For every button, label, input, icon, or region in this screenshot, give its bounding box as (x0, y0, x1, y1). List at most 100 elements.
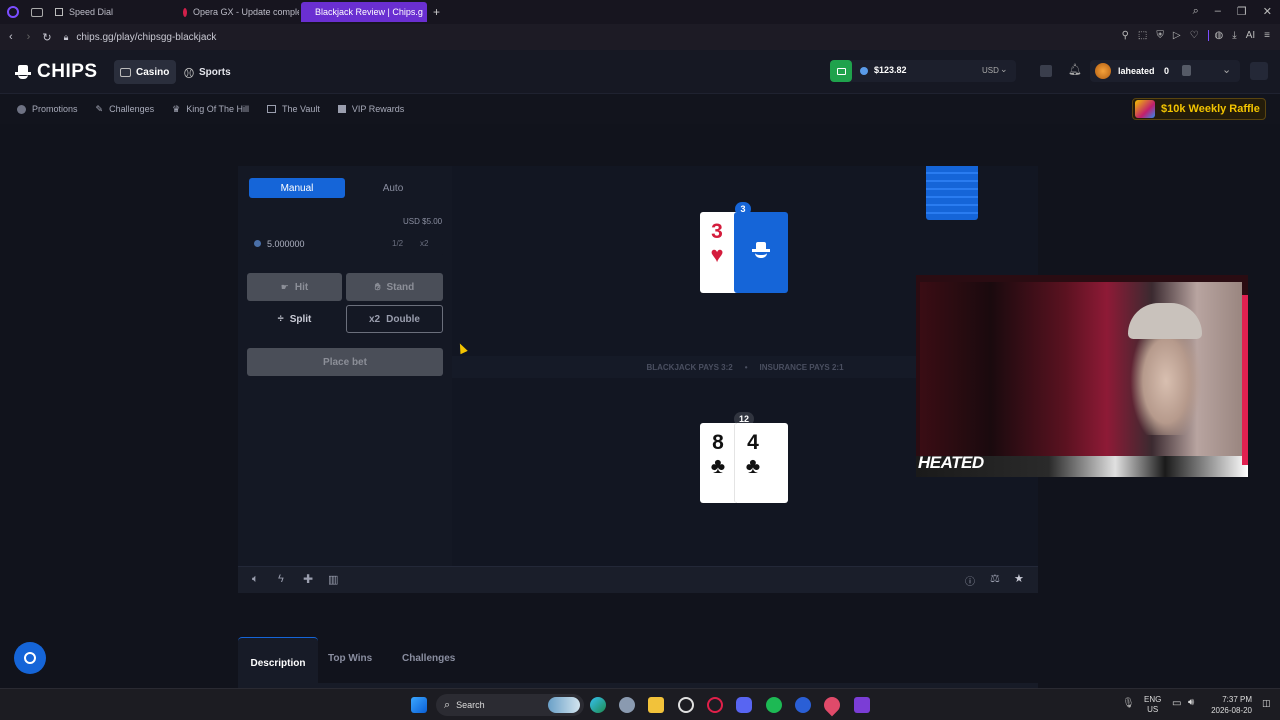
close-window-icon[interactable]: ✕ (1263, 5, 1272, 18)
bet-amount-field[interactable]: 5.000000 1/2 x2 (249, 232, 443, 256)
mode-manual-tab[interactable]: Manual (249, 178, 345, 198)
address-bar: ‹ › ↻ 🔒︎ chips.gg/play/chipsgg-blackjack… (0, 24, 1280, 50)
notification-icon[interactable]: ◫ (1262, 698, 1271, 709)
chevron-down-icon[interactable]: ⌄ (1222, 63, 1231, 76)
half-bet-button[interactable]: 1/2 (392, 239, 403, 248)
snapshot-icon[interactable]: ⬚ (1138, 30, 1147, 41)
stats-icon[interactable]: ▥ (328, 573, 338, 586)
chat-icon[interactable] (1250, 62, 1268, 80)
maximize-icon[interactable]: ❐ (1237, 5, 1247, 18)
maps-pin-icon[interactable] (820, 693, 844, 717)
mode-auto-tab[interactable]: Auto (345, 178, 441, 198)
network-icon[interactable]: ▭ (1172, 698, 1181, 709)
url-field[interactable]: chips.gg/play/chipsgg-blackjack (76, 32, 216, 43)
chips-logo[interactable]: CHIPS (15, 61, 98, 83)
tab-label: Speed Dial (69, 7, 114, 17)
pin-icon[interactable]: ⚲ (1122, 30, 1129, 41)
favorite-star-icon[interactable]: ★ (1014, 572, 1024, 585)
file-explorer-icon[interactable] (648, 697, 664, 713)
nav-promotions[interactable]: Promotions (17, 104, 78, 114)
spotify-icon[interactable] (766, 697, 782, 713)
chevron-down-icon: ⌄ (1000, 64, 1008, 74)
play-icon[interactable]: ▷ (1173, 30, 1181, 41)
reload-icon[interactable]: ↻ (42, 31, 51, 44)
nav-sports-label: Sports (199, 66, 231, 78)
opera-gx-icon[interactable] (678, 697, 694, 713)
raffle-banner[interactable]: $10k Weekly Raffle (1132, 98, 1266, 120)
clock[interactable]: 7:37 PM 2026-08-20 (1206, 694, 1252, 716)
opera-logo-icon[interactable] (7, 6, 19, 18)
nav-vip-rewards[interactable]: VIP Rewards (337, 104, 404, 114)
discord-icon[interactable] (736, 697, 752, 713)
app-icon[interactable] (795, 697, 811, 713)
chat-support-button[interactable] (14, 642, 46, 674)
tab-top-wins[interactable]: Top Wins (328, 653, 372, 664)
forward-icon[interactable]: › (27, 31, 31, 43)
tab-speed-dial[interactable]: Speed Dial (47, 2, 175, 22)
minimize-icon[interactable]: – (1215, 5, 1221, 18)
tab-challenges[interactable]: Challenges (402, 653, 455, 664)
user-profile[interactable]: laheated 0 ⌄ (1090, 60, 1240, 82)
workspaces-icon[interactable] (31, 7, 43, 17)
currency-select[interactable]: USD (982, 66, 999, 75)
double-button[interactable]: x2 Double (346, 305, 443, 333)
download-icon[interactable]: ⤓ (1232, 30, 1236, 41)
ai-icon[interactable]: AI (1246, 30, 1255, 41)
shield-icon[interactable]: ⛨ (1156, 30, 1164, 41)
casino-icon (120, 67, 131, 77)
search-tabs-icon[interactable]: ⌕ (1193, 5, 1199, 18)
place-bet-button[interactable]: Place bet (247, 348, 443, 376)
bell-icon[interactable]: 🔔︎ (1068, 63, 1082, 76)
wallet-icon[interactable]: ◍ (1207, 30, 1223, 41)
volume-icon[interactable]: 🔊︎ (1188, 697, 1194, 708)
balance-widget[interactable]: $123.82 USD ⌄ (830, 60, 1016, 82)
language-indicator[interactable]: ENG US (1144, 695, 1161, 715)
rewards-icon[interactable] (1040, 65, 1052, 77)
new-tab-button[interactable]: + (433, 5, 440, 19)
opera-icon[interactable] (707, 697, 723, 713)
edge-icon[interactable] (590, 697, 606, 713)
tab-opera-update[interactable]: Opera GX - Update comple (175, 2, 299, 22)
heart-icon[interactable]: ♡ (1190, 30, 1199, 41)
start-windows-icon[interactable] (411, 697, 427, 713)
player-card-1: 8 ♣ (700, 423, 736, 503)
hit-button[interactable]: ☛ Hit (247, 273, 342, 301)
lock-icon: 🔒︎ (63, 31, 69, 42)
search-label: Search (456, 700, 485, 710)
apps-grid-icon[interactable] (854, 697, 870, 713)
sports-icon: ⚾︎ (184, 68, 194, 80)
tab-label: Opera GX - Update comple (193, 7, 299, 17)
dealer-hole-card (734, 212, 788, 293)
tab-blackjack-review[interactable]: Blackjack Review | Chips.g (301, 2, 427, 22)
site-header: CHIPS Casino ⚾︎ Sports $123.82 USD ⌄ 🔔︎ … (0, 50, 1280, 94)
nav-sports[interactable]: ⚾︎ Sports (184, 60, 231, 84)
hotkeys-icon[interactable]: ✚ (303, 572, 313, 586)
tab-description[interactable]: Description (238, 637, 318, 688)
taskbar-search[interactable]: ⌕ Search (436, 694, 584, 716)
double-prefix: x2 (368, 313, 381, 325)
back-icon[interactable]: ‹ (9, 31, 13, 43)
bet-amount-input[interactable]: 5.000000 (267, 239, 305, 249)
info-icon[interactable]: ⓘ (965, 573, 975, 588)
nav-label: The Vault (282, 104, 320, 114)
double-bet-button[interactable]: x2 (420, 239, 428, 248)
rule-blackjack: BLACKJACK PAYS 3:2 (646, 362, 733, 372)
settings-icon[interactable] (619, 697, 635, 713)
nav-label: Challenges (109, 104, 155, 114)
sound-icon[interactable]: 🔈︎ (252, 573, 259, 586)
wallet-button[interactable] (830, 60, 852, 82)
stand-button[interactable]: ✋︎ Stand (346, 273, 443, 301)
username: laheated (1118, 66, 1155, 76)
nav-challenges[interactable]: ✎ Challenges (96, 104, 155, 115)
split-button[interactable]: ÷ Split (247, 305, 342, 333)
nav-casino[interactable]: Casino (114, 60, 176, 84)
nav-king-of-the-hill[interactable]: ♛ King Of The Hill (172, 104, 249, 115)
microphone-icon[interactable]: 🎙︎ (1122, 698, 1135, 709)
nav-the-vault[interactable]: The Vault (267, 104, 320, 114)
tab-label: Blackjack Review | Chips.g (315, 7, 423, 17)
fast-mode-icon[interactable]: ϟ (278, 573, 284, 585)
windows-taskbar: ⌕ Search 🎙︎ ENG US ▭ 🔊︎ 7:37 PM 2026-08-… (0, 688, 1280, 720)
game-info-tabs: Description Top Wins Challenges (238, 637, 1038, 688)
fairness-icon[interactable]: ⚖︎ (990, 572, 1000, 585)
menu-icon[interactable]: ≡ (1264, 30, 1270, 41)
